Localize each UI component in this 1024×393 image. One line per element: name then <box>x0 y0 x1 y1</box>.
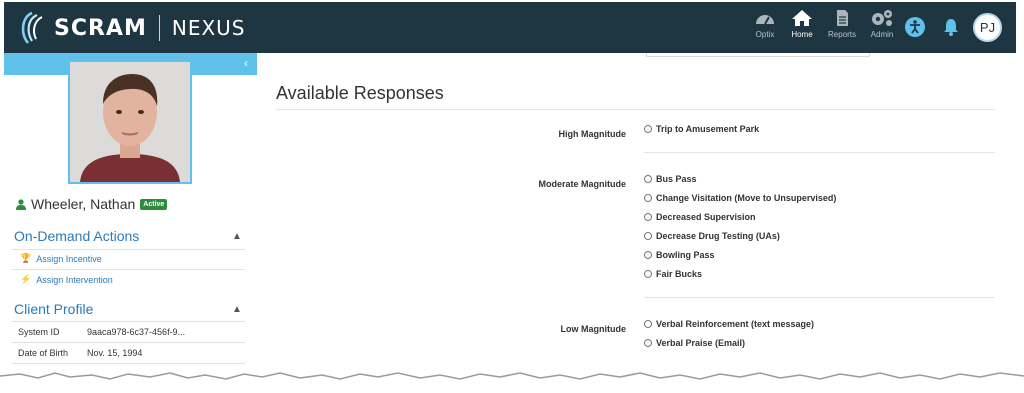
assign-intervention-label: Assign Intervention <box>36 274 113 285</box>
response-option[interactable]: Fair Bucks <box>644 269 702 279</box>
group-divider <box>644 152 995 153</box>
divider <box>12 269 245 270</box>
gears-icon <box>872 10 892 26</box>
high-magnitude-label: High Magnitude <box>558 129 627 139</box>
brand-name: SCRAM <box>54 15 147 41</box>
status-badge: Active <box>140 198 168 210</box>
chevron-up-icon[interactable]: ▲ <box>232 231 242 242</box>
trophy-icon: 🏆 <box>20 253 32 263</box>
bolt-icon: ⚡ <box>20 274 32 284</box>
client-name-text: Wheeler, Nathan <box>31 196 136 212</box>
system-id-label: System ID <box>18 327 60 337</box>
page-title: Available Responses <box>276 83 444 103</box>
radio-button[interactable] <box>644 320 652 328</box>
response-option[interactable]: Verbal Reinforcement (text message) <box>644 319 814 329</box>
client-name: Wheeler, Nathan Active <box>16 196 168 212</box>
assign-incentive-link[interactable]: 🏆 Assign Incentive <box>20 253 102 264</box>
gauge-icon <box>756 15 774 25</box>
response-option[interactable]: Bus Pass <box>644 174 697 184</box>
radio-button[interactable] <box>644 339 652 347</box>
chevron-up-icon[interactable]: ▲ <box>232 304 242 315</box>
divider <box>12 342 245 343</box>
product-name: NEXUS <box>171 16 246 40</box>
option-label: Fair Bucks <box>656 269 703 279</box>
option-label: Decrease Drug Testing (UAs) <box>656 231 780 241</box>
option-label: Verbal Reinforcement (text message) <box>656 319 815 329</box>
notifications-button[interactable] <box>940 16 962 38</box>
home-icon <box>792 10 812 26</box>
response-option[interactable]: Verbal Praise (Email) <box>644 338 745 348</box>
system-id-value: 9aaca978-6c37-456f-9... <box>87 327 186 337</box>
top-navigation-bar: SCRAM NEXUS Optix Home Reports Admin PJ <box>4 2 1016 53</box>
nav-admin-label: Admin <box>870 30 894 39</box>
radio-button[interactable] <box>644 175 652 183</box>
response-option[interactable]: Decreased Supervision <box>644 212 756 222</box>
radio-button[interactable] <box>644 125 652 133</box>
nav-optix-label: Optix <box>755 30 775 39</box>
radio-button[interactable] <box>644 232 652 240</box>
option-label: Bowling Pass <box>656 250 715 260</box>
torn-edge-decoration <box>0 372 1024 393</box>
radio-button[interactable] <box>644 251 652 259</box>
date-of-birth-value: Nov. 15, 1994 <box>87 348 143 358</box>
accessibility-button[interactable] <box>904 16 926 38</box>
nav-home[interactable]: Home <box>782 9 822 45</box>
nav-home-label: Home <box>791 30 813 39</box>
option-label: Decreased Supervision <box>656 212 756 222</box>
group-divider <box>644 297 995 298</box>
divider <box>12 321 245 322</box>
divider <box>12 249 245 250</box>
client-profile-title[interactable]: Client Profile <box>14 301 93 317</box>
moderate-magnitude-label: Moderate Magnitude <box>538 179 626 189</box>
accessibility-icon <box>905 17 925 37</box>
bell-icon <box>944 19 958 36</box>
radio-button[interactable] <box>644 194 652 202</box>
radio-button[interactable] <box>644 270 652 278</box>
low-magnitude-label: Low Magnitude <box>560 324 627 334</box>
scram-nexus-logo[interactable]: SCRAM NEXUS <box>18 10 246 46</box>
title-divider <box>276 109 995 110</box>
nav-admin[interactable]: Admin <box>862 9 902 45</box>
assign-incentive-label: Assign Incentive <box>36 253 102 264</box>
option-label: Change Visitation (Move to Unsupervised) <box>656 193 837 203</box>
nav-optix[interactable]: Optix <box>745 9 785 45</box>
nav-reports[interactable]: Reports <box>822 9 862 45</box>
option-label: Trip to Amusement Park <box>656 124 760 134</box>
response-option[interactable]: Bowling Pass <box>644 250 715 260</box>
radio-button[interactable] <box>644 213 652 221</box>
person-icon <box>16 198 26 210</box>
response-option[interactable]: Change Visitation (Move to Unsupervised) <box>644 193 836 203</box>
response-option[interactable]: Decrease Drug Testing (UAs) <box>644 231 780 241</box>
assign-intervention-link[interactable]: ⚡ Assign Intervention <box>20 274 113 285</box>
user-avatar-button[interactable]: PJ <box>973 13 1002 42</box>
logo-divider <box>158 15 160 41</box>
option-label: Verbal Praise (Email) <box>656 338 746 348</box>
collapse-sidebar-chevron-left-icon[interactable]: ‹ <box>244 57 248 69</box>
date-of-birth-label: Date of Birth <box>18 348 69 358</box>
scram-logo-icon <box>18 11 48 45</box>
search-box-remnant <box>646 53 870 57</box>
option-label: Bus Pass <box>656 174 697 184</box>
client-sidebar: ‹ Wheeler, Nathan Active On-Demand Actio… <box>4 53 257 383</box>
nav-reports-label: Reports <box>827 30 856 39</box>
response-option[interactable]: Trip to Amusement Park <box>644 124 759 134</box>
on-demand-actions-title[interactable]: On-Demand Actions <box>14 228 139 244</box>
report-icon <box>837 10 848 26</box>
client-photo <box>68 60 192 184</box>
